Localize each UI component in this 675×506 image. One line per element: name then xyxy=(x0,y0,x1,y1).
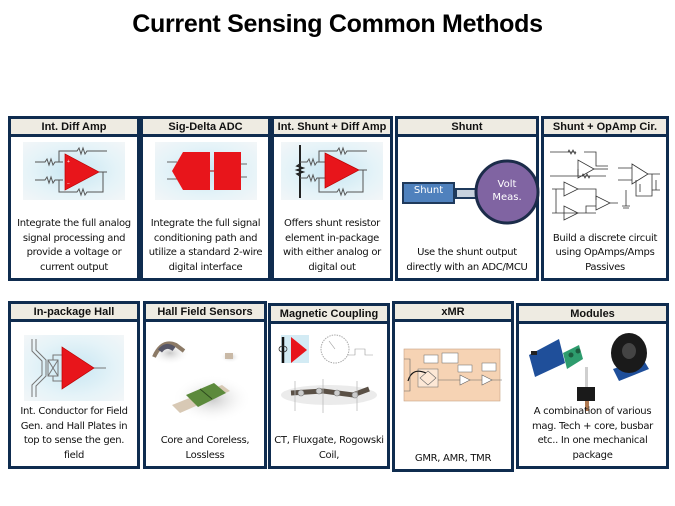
card-header: xMR xyxy=(395,304,511,322)
card-in-package-hall: In-package Hall Int. Conductor for Field… xyxy=(8,301,140,469)
card-int-shunt-diff-amp: Int. Shunt + Diff Amp Offers shunt resis… xyxy=(271,116,393,281)
magnetic-coupling-images xyxy=(273,331,385,423)
svg-text:−: − xyxy=(67,181,70,187)
card-magnetic-coupling: Magnetic Coupling CT, Fluxgate, Rogowski… xyxy=(268,303,390,469)
card-shunt-opamp-circuit: Shunt + OpAmp Cir. Build a discrete circ… xyxy=(541,116,669,281)
card-header: Int. Diff Amp xyxy=(11,119,137,137)
xmr-block-diagram xyxy=(398,345,508,405)
card-description: Build a discrete circuit using OpAmps/Am… xyxy=(552,232,658,273)
card-header: In-package Hall xyxy=(11,304,137,322)
card-header: Modules xyxy=(519,306,666,324)
shunt-diff-amp-image xyxy=(281,142,383,200)
card-header: Shunt + OpAmp Cir. xyxy=(544,119,666,137)
opamp-circuits-image xyxy=(546,144,664,224)
shunt-volt-diagram: Shunt Volt Meas. xyxy=(398,152,542,232)
card-header: Hall Field Sensors xyxy=(146,304,264,322)
module-photos xyxy=(523,329,663,415)
card-description: CT, Fluxgate, Rogowski Coil, xyxy=(274,435,384,461)
card-header: Shunt xyxy=(398,119,536,137)
card-shunt: Shunt Shunt Volt Meas. Use the shunt out… xyxy=(395,116,542,281)
card-description: Use the shunt output directly with an AD… xyxy=(406,247,528,273)
card-description: Int. Conductor for Field Gen. and Hall P… xyxy=(20,406,128,461)
card-description: Integrate the full signal conditioning p… xyxy=(148,218,263,273)
svg-text:+: + xyxy=(67,159,70,165)
card-int-diff-amp: Int. Diff Amp + − Integrate the full ana… xyxy=(8,116,140,281)
diff-amp-schematic-image: + − xyxy=(23,142,125,200)
card-header: Int. Shunt + Diff Amp xyxy=(274,119,390,137)
slide-title: Current Sensing Common Methods xyxy=(132,10,543,38)
hall-sensor-photos xyxy=(150,333,260,428)
card-hall-field-sensors: Hall Field Sensors Core and Coreless, Lo… xyxy=(143,301,267,469)
card-modules: Modules A combination of various mag. Te… xyxy=(516,303,669,469)
card-description: Offers shunt resistor element in-package… xyxy=(283,218,381,273)
card-description: Integrate the full analog signal process… xyxy=(17,218,131,273)
volt-label-line2: Meas. xyxy=(492,192,522,203)
card-description: Core and Coreless, Lossless xyxy=(160,435,250,461)
shunt-box-label: Shunt xyxy=(413,185,444,196)
card-header: Magnetic Coupling xyxy=(271,306,387,324)
card-header: Sig-Delta ADC xyxy=(143,119,268,137)
volt-label-line1: Volt xyxy=(497,179,517,190)
volt-meas-label: Volt Meas. xyxy=(476,178,538,204)
card-description: A combination of various mag. Tech + cor… xyxy=(531,406,653,461)
in-package-hall-image xyxy=(24,335,124,401)
card-sig-delta-adc: Sig-Delta ADC Integrate the full signal … xyxy=(140,116,271,281)
sigma-delta-adc-image xyxy=(154,142,257,200)
card-xmr: xMR GMR, AMR, TMR xyxy=(392,301,514,472)
card-description: GMR, AMR, TMR xyxy=(414,452,492,464)
